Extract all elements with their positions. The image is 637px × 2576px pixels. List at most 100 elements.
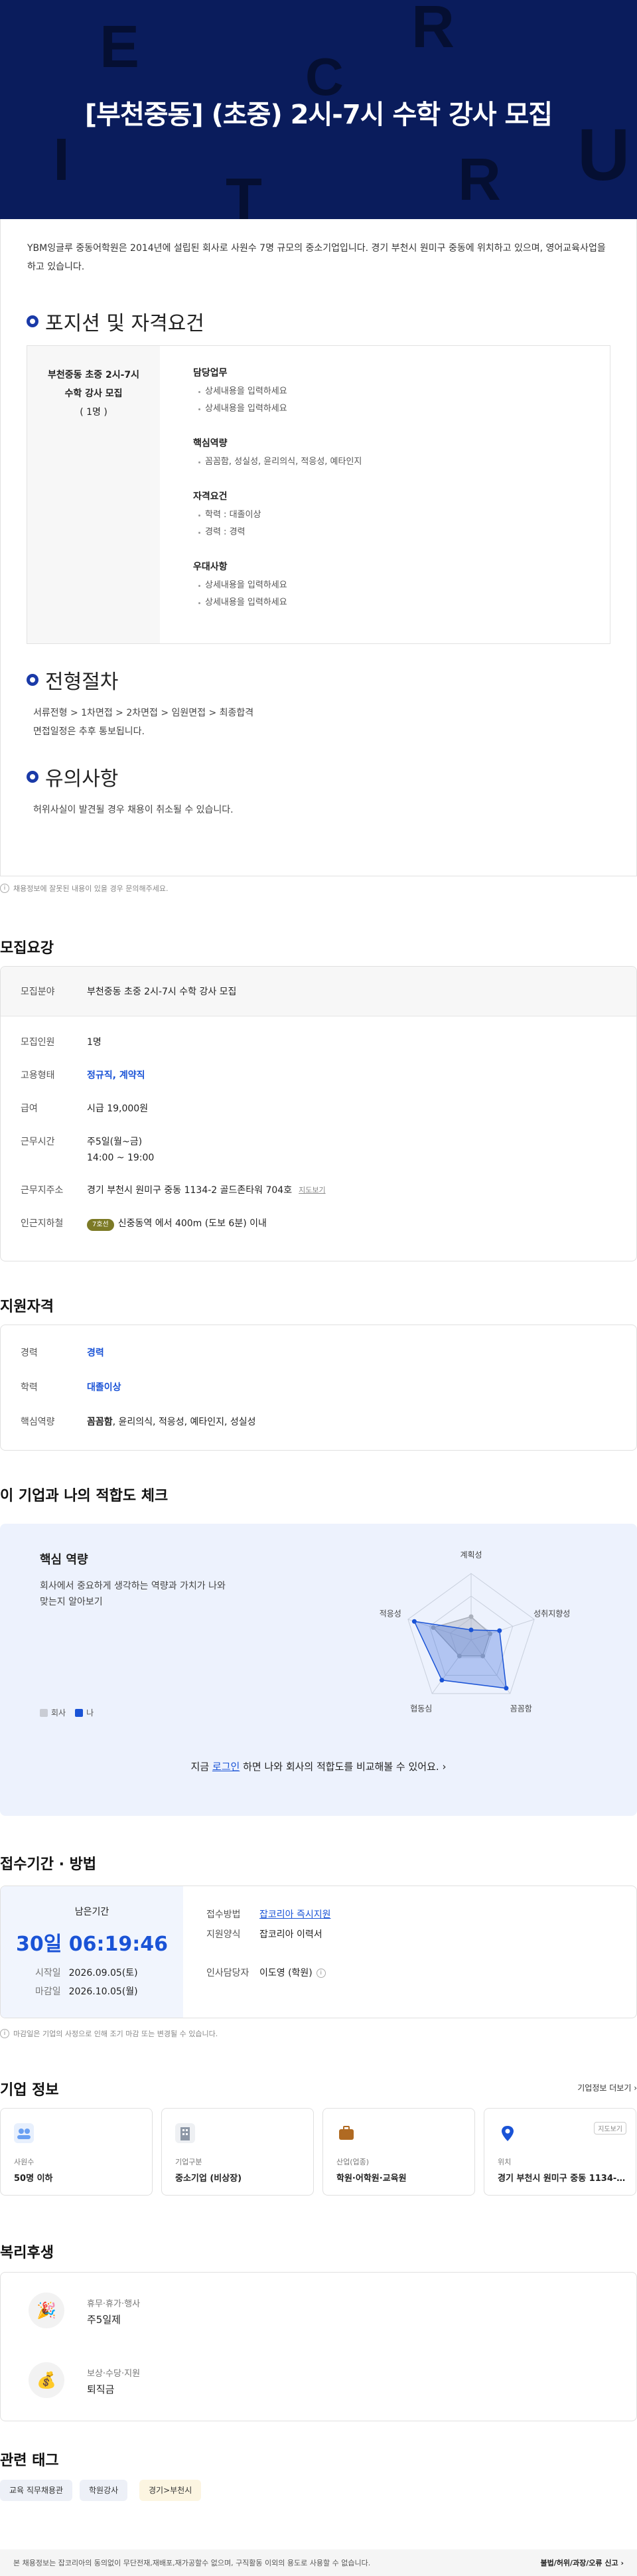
people-icon [14, 2123, 34, 2143]
money-bag-icon: 💰 [29, 2362, 64, 2398]
company-card-location: 지도보기 위치 경기 부천시 원미구 중동 1134-2 골드존타워 [484, 2108, 636, 2196]
tag-chip[interactable]: 경기>부천시 [139, 2480, 202, 2501]
circle-bullet-icon [27, 771, 38, 783]
position-heading: 포지션 및 자격요건 [27, 307, 204, 336]
deadline-notice: i 마감일은 기업의 사정으로 인해 조기 마감 또는 변경될 수 있습니다. [0, 2028, 218, 2039]
apply-heading: 접수기간 · 방법 [0, 1856, 97, 1873]
deadline-panel: 남은기간 30일 06:19:46 시작일 2026.09.05(토) 마감일 20… [1, 1886, 183, 2018]
radar-point [411, 1619, 417, 1624]
process-heading: 전형절차 [27, 665, 118, 694]
apply-method-row: 접수방법 잡코리아 즉시지원 [206, 1907, 331, 1921]
company-card-type: 기업구분 중소기업 (비상장) [161, 2108, 314, 2196]
apply-card: 남은기간 30일 06:19:46 시작일 2026.09.05(토) 마감일 20… [0, 1886, 637, 2018]
radar-series-me [413, 1621, 507, 1689]
countdown: 30일 06:19:46 [15, 1933, 169, 1956]
preference-group: 우대사항 상세내용을 입력하세요 상세내용을 입력하세요 [193, 560, 591, 611]
info-icon: i [0, 2029, 9, 2038]
company-more-link[interactable]: 기업정보 더보기 › [577, 2082, 637, 2093]
radar-point [468, 1627, 474, 1633]
process-steps: 서류전형 > 1차면접 > 2차면접 > 임원면접 > 최종합격 [33, 708, 254, 718]
radar-axis-label: 협동심 [410, 1704, 432, 1714]
apply-form-row: 지원양식 잡코리아 이력서 [206, 1929, 322, 1940]
summary-row-salary: 급여 시급 19,000원 [21, 1103, 149, 1114]
radar-axis-label: 적응성 [380, 1609, 401, 1618]
caution-heading: 유의사항 [27, 762, 118, 791]
fit-check-box: 핵심 역량 회사에서 중요하게 생각하는 역량과 가치가 나와 맞는지 알아보기… [0, 1524, 637, 1816]
footer-bar: 본 채용정보는 잡코리아의 동의없이 무단전재,재배포,재가공할수 없으며, 구… [0, 2549, 637, 2576]
hero-decoration: E [100, 14, 140, 80]
radar-axis-label: 꼼꼼함 [510, 1704, 532, 1714]
hero-banner: E R C I U R T [부천중동] (초중) 2시-7시 수학 강사 모집 [0, 0, 637, 219]
circle-bullet-icon [27, 674, 38, 686]
radar-axis-label: 성취지향성 [533, 1609, 570, 1618]
legend-me-swatch [75, 1708, 84, 1717]
hero-decoration: R [458, 147, 501, 213]
summary-row-count: 모집인원 1명 [21, 1037, 102, 1048]
legend-me-label: 나 [86, 1708, 94, 1718]
radar-axis-label: 계획성 [460, 1550, 482, 1560]
subway-line-badge: 7호선 [87, 1219, 114, 1231]
radar-point [468, 1614, 474, 1619]
welfare-heading: 복리후생 [0, 2245, 54, 2261]
login-link[interactable]: 로그인 [212, 1761, 240, 1773]
qualification-card: 경력 경력 학력 대졸이상 핵심역량 꼼꼼함, 윤리의식, 적응성, 예타인지,… [0, 1325, 637, 1451]
qual-row-career: 경력 경력 [21, 1348, 104, 1358]
radar-chart: 계획성성취지향성꼼꼼함 협동심 적응성 [380, 1550, 571, 1714]
company-card-employees: 사원수 50명 이하 [0, 2108, 153, 2196]
summary-row-subway: 인근지하철 7호선 신중동역 에서 400m (도보 6분) 이내 [21, 1216, 267, 1232]
tag-chip[interactable]: 교육 직무채용관 [0, 2480, 73, 2501]
briefcase-icon [336, 2123, 356, 2143]
radar-point [504, 1686, 509, 1691]
hero-decoration: I [53, 127, 70, 193]
position-name-cell: 부천중동 초중 2시-7시 수학 강사 모집 ( 1명 ) [27, 346, 160, 643]
competency-group: 핵심역량 꼼꼼함, 성실성, 윤리의식, 적응성, 예타인지 [193, 436, 591, 471]
info-icon[interactable]: i [316, 1969, 326, 1978]
summary-card: 모집분야 부천중동 초중 2시-7시 수학 강사 모집 모집인원 1명 고용형태… [0, 966, 637, 1261]
job-title: [부천중동] (초중) 2시-7시 수학 강사 모집 [84, 100, 553, 130]
summary-row-address: 근무지주소 경기 부천시 원미구 중동 1134-2 골드존타워 704호 지도… [21, 1182, 326, 1198]
welfare-card: 🎉 휴무·휴가·행사 주5일제 💰 보상·수당·지원 퇴직금 [0, 2272, 637, 2421]
report-link[interactable]: 불법/허위/과장/오류 신고 › [541, 2557, 624, 2568]
requirement-group: 자격요건 학력 : 대졸이상 경력 : 경력 [193, 489, 591, 541]
fit-login-prompt: 지금 로그인 하면 나와 회사의 적합도를 비교해볼 수 있어요. › [190, 1761, 447, 1773]
error-report-notice[interactable]: i 채용정보에 잘못된 내용이 있을 경우 문의해주세요. [0, 883, 169, 894]
qualification-heading: 지원자격 [0, 1299, 54, 1315]
end-date: 마감일 2026.10.05(월) [35, 1986, 138, 1997]
radar-point [439, 1678, 445, 1683]
radar-point [497, 1628, 502, 1633]
info-icon: i [0, 884, 9, 893]
qual-row-competency: 핵심역량 꼼꼼함, 윤리의식, 적응성, 예타인지, 성실성 [21, 1417, 256, 1427]
caution-text: 허위사실이 발견될 경우 채용이 취소될 수 있습니다. [33, 805, 234, 815]
chevron-right-icon: › [442, 1761, 447, 1773]
start-date: 시작일 2026.09.05(토) [35, 1968, 138, 1978]
fit-title: 핵심 역량 [40, 1553, 88, 1567]
chart-legend: 회사 나 [40, 1707, 94, 1718]
map-pin-icon [498, 2123, 518, 2143]
company-map-link[interactable]: 지도보기 [594, 2122, 626, 2134]
hr-contact-row: 인사담당자 이도영 (학원) i [206, 1966, 330, 1979]
process-note: 면접일정은 추후 통보됩니다. [33, 726, 145, 737]
circle-bullet-icon [27, 315, 38, 327]
legend-company-swatch [40, 1708, 48, 1717]
summary-heading: 모집요강 [0, 940, 54, 957]
party-popper-icon: 🎉 [29, 2293, 64, 2328]
hero-decoration: R [411, 0, 455, 60]
fit-heading: 이 기업과 나의 적합도 체크 [0, 1488, 169, 1504]
quick-apply-link[interactable]: 잡코리아 즉시지원 [259, 1907, 331, 1921]
map-link[interactable]: 지도보기 [299, 1182, 325, 1198]
copyright-notice: 본 채용정보는 잡코리아의 동의없이 무단전재,재배포,재가공할수 없으며, 구… [13, 2559, 371, 2567]
tag-chip[interactable]: 학원강사 [80, 2480, 128, 2501]
company-card-industry: 산업(업종) 학원·어학원·교육원 [322, 2108, 475, 2196]
tags-heading: 관련 태그 [0, 2453, 59, 2469]
summary-row-employment: 고용형태 정규직, 계약직 [21, 1070, 145, 1081]
company-heading: 기업 정보 [0, 2082, 59, 2099]
qual-row-education: 학력 대졸이상 [21, 1382, 121, 1393]
position-table: 부천중동 초중 2시-7시 수학 강사 모집 ( 1명 ) 담당업무 상세내용을… [27, 345, 610, 644]
summary-row-hours: 근무시간 주5일(월~금) 14:00 ~ 19:00 [21, 1137, 155, 1163]
fit-description: 회사에서 중요하게 생각하는 역량과 가치가 나와 맞는지 알아보기 [40, 1581, 226, 1607]
legend-company-label: 회사 [51, 1708, 66, 1718]
company-intro: YBM잉글루 중동어학원은 2014년에 설립된 회사로 사원수 7명 규모의 … [27, 243, 606, 272]
duty-group: 담당업무 상세내용을 입력하세요 상세내용을 입력하세요 [193, 366, 591, 418]
building-icon [175, 2123, 195, 2143]
summary-row-field: 모집분야 부천중동 초중 2시-7시 수학 강사 모집 [21, 987, 237, 997]
